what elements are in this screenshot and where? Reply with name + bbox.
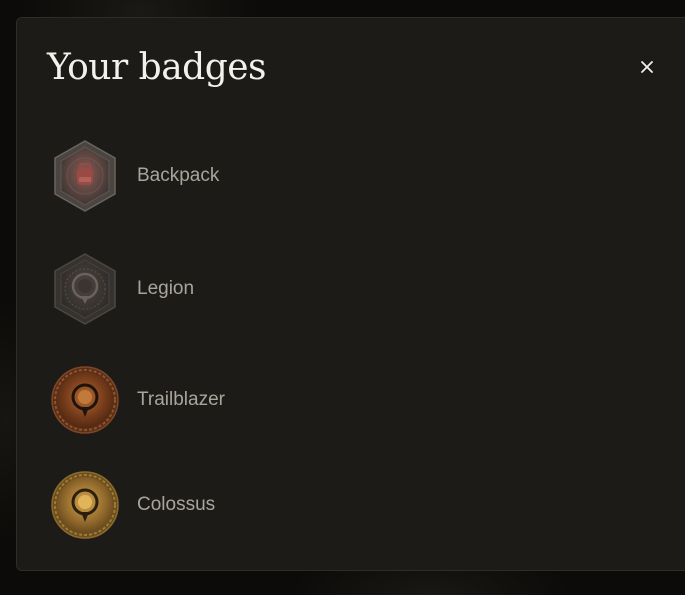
badge-row-backpack: Backpack [51, 136, 451, 216]
badge-label-legion: Legion [137, 278, 195, 299]
badges-modal: Your badges Backpack Legion Trailblazer … [16, 17, 685, 571]
colossus-badge-icon [51, 468, 119, 542]
badge-row-legion: Legion [51, 249, 451, 329]
badge-row-trailblazer: Trailblazer [51, 360, 451, 440]
modal-title: Your badges [47, 47, 267, 88]
close-icon [641, 61, 653, 73]
badge-row-colossus: Colossus [51, 465, 451, 545]
close-button[interactable] [631, 51, 663, 83]
backpack-badge-icon [51, 139, 119, 213]
legion-badge-icon [51, 252, 119, 326]
badge-label-backpack: Backpack [137, 165, 220, 186]
badge-label-colossus: Colossus [137, 494, 216, 515]
badge-label-trailblazer: Trailblazer [137, 389, 225, 410]
trailblazer-badge-icon [51, 363, 119, 437]
